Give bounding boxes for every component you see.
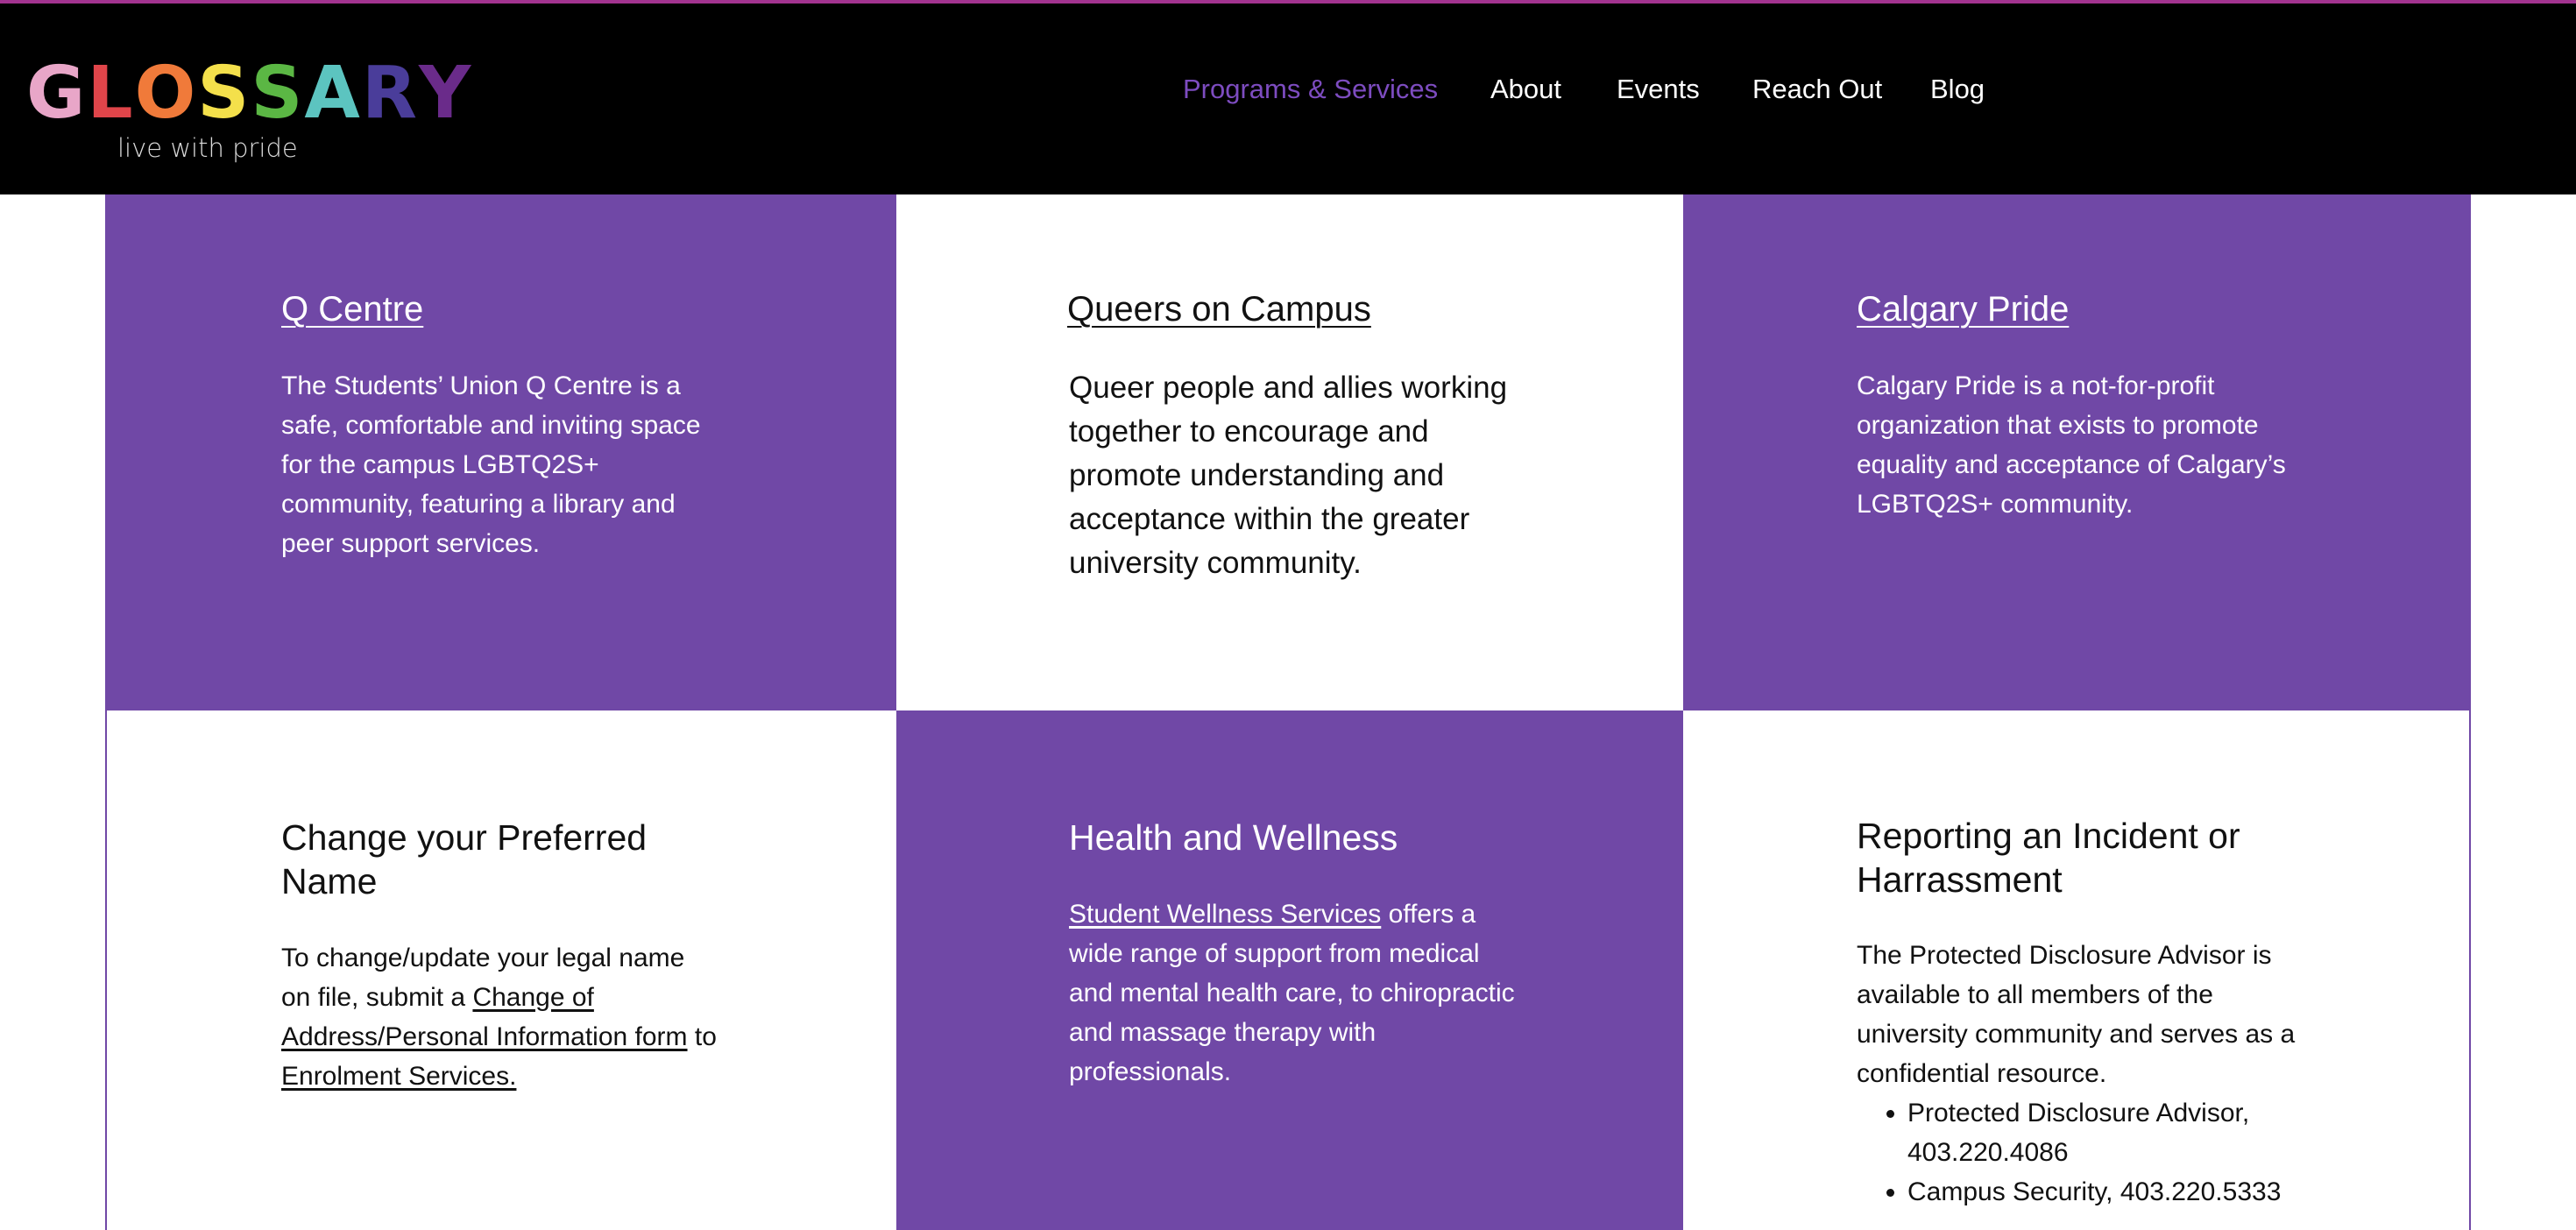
logo-tagline: live with pride xyxy=(117,133,298,163)
grid-border-right xyxy=(2469,710,2471,1230)
preferred-name-description: To change/update your legal name on file… xyxy=(281,938,719,1096)
card-queers-on-campus: Queers on Campus Queer people and allies… xyxy=(896,194,1683,710)
calgary-pride-description: Calgary Pride is a not-for-profit organi… xyxy=(1857,371,2286,519)
reporting-heading: Reporting an Incident or Harrassment xyxy=(1857,816,2240,900)
contact-campus-security: Campus Security, 403.220.5333 xyxy=(1907,1172,2363,1212)
site-header: G L O S S A R Y live with pride Programs… xyxy=(0,4,2576,194)
q-centre-description: The Students’ Union Q Centre is a safe, … xyxy=(281,371,701,558)
nav-reach-out[interactable]: Reach Out xyxy=(1752,74,1882,105)
nav-events[interactable]: Events xyxy=(1617,74,1700,105)
card-q-centre: Q Centre The Students’ Union Q Centre is… xyxy=(105,194,896,710)
nav-about[interactable]: About xyxy=(1490,74,1561,105)
q-centre-link[interactable]: Q Centre xyxy=(281,287,423,331)
contact-protected-disclosure-advisor: Protected Disclosure Advisor, 403.220.40… xyxy=(1907,1093,2363,1172)
calgary-pride-link[interactable]: Calgary Pride xyxy=(1857,287,2069,331)
card-reporting: Reporting an Incident or Harrassment The… xyxy=(1683,710,2469,1230)
reporting-description: The Protected Disclosure Advisor is avai… xyxy=(1857,941,2296,1088)
queers-on-campus-description: Queer people and allies working together… xyxy=(1069,371,1508,580)
student-wellness-services-link[interactable]: Student Wellness Services xyxy=(1069,900,1381,929)
queers-on-campus-link[interactable]: Queers on Campus xyxy=(1067,287,1371,331)
nav-programs-services[interactable]: Programs & Services xyxy=(1183,74,1438,105)
card-calgary-pride: Calgary Pride Calgary Pride is a not-for… xyxy=(1683,194,2471,710)
health-wellness-heading: Health and Wellness xyxy=(1069,817,1398,858)
reporting-contacts-list: Protected Disclosure Advisor, 403.220.40… xyxy=(1857,1093,2363,1212)
card-preferred-name: Change your Preferred Name To change/upd… xyxy=(107,710,896,1230)
preferred-name-heading: Change your Preferred Name xyxy=(281,817,648,901)
enrolment-services-link[interactable]: Enrolment Services. xyxy=(281,1062,516,1091)
card-health-wellness: Health and Wellness Student Wellness Ser… xyxy=(896,710,1683,1230)
health-wellness-description: Student Wellness Services offers a wide … xyxy=(1069,894,1516,1092)
preferred-name-text-to: to xyxy=(687,1022,717,1051)
main-nav: Programs & Services About Events Reach O… xyxy=(0,74,2576,109)
nav-blog[interactable]: Blog xyxy=(1930,74,1985,105)
